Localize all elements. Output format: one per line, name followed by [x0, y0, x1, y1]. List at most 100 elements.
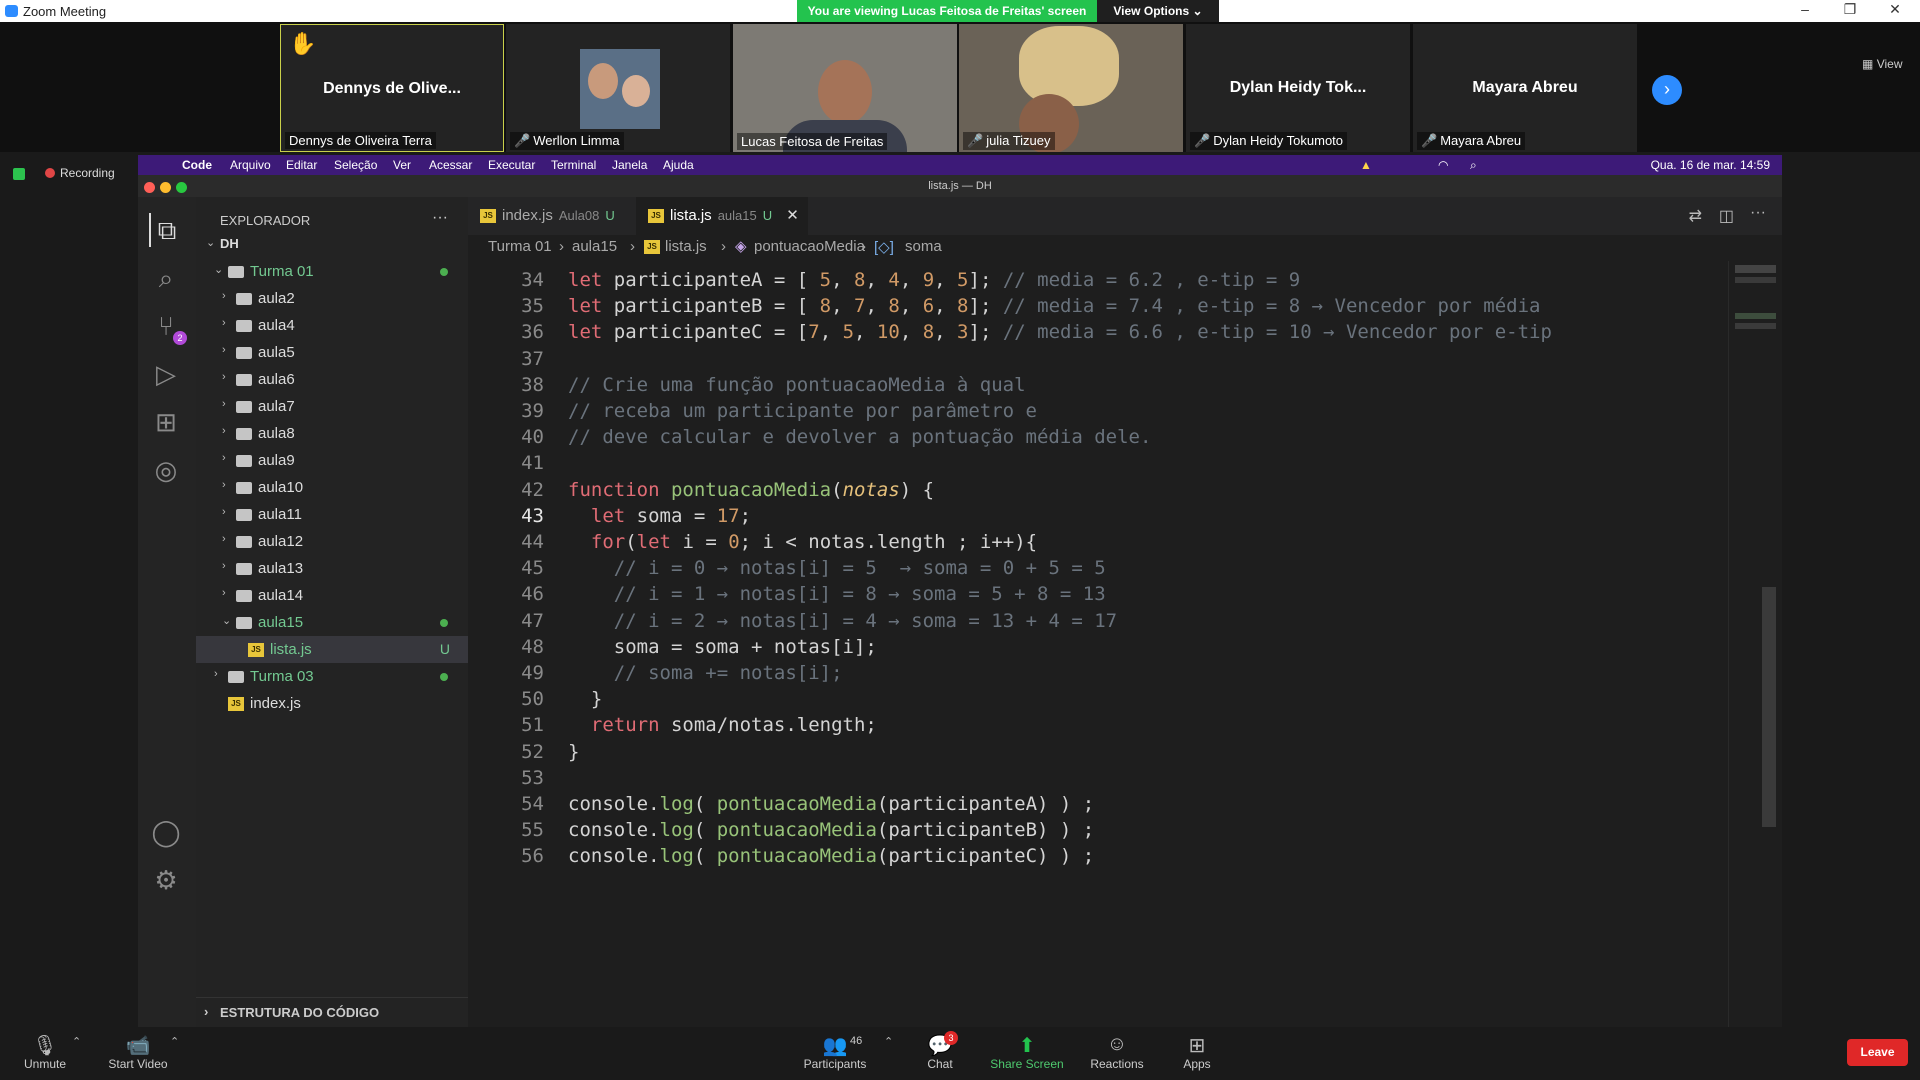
tree-item-aula15[interactable]: ⌄ aula15 [196, 609, 468, 636]
participant-tile[interactable]: Lucas Feitosa de Freitas [733, 24, 957, 152]
code-line[interactable]: // deve calcular e devolver a pontuação … [568, 426, 1151, 448]
tree-item-aula4[interactable]: › aula4 [196, 312, 468, 339]
code-line[interactable]: console.log( pontuacaoMedia(participante… [568, 819, 1094, 841]
tree-item-aula10[interactable]: › aula10 [196, 474, 468, 501]
mac-clock[interactable]: Qua. 16 de mar. 14:59 [1651, 158, 1770, 172]
code-line[interactable]: // receba um participante por parâmetro … [568, 400, 1037, 422]
code-editor[interactable]: 34 let participanteA = [ 5, 8, 4, 9, 5]; … [468, 261, 1728, 1027]
tree-item-aula7[interactable]: › aula7 [196, 393, 468, 420]
more-actions-icon[interactable]: ··· [1750, 204, 1766, 222]
more-actions-icon[interactable]: ··· [432, 209, 448, 227]
run-debug-icon[interactable]: ▷ [149, 357, 183, 391]
code-line[interactable]: for(let i = 0; i < notas.length ; i++){ [568, 531, 1037, 553]
explorer-files-icon[interactable]: ⧉ [149, 213, 183, 247]
tree-item-aula14[interactable]: › aula14 [196, 582, 468, 609]
wifi-icon[interactable]: ◠ [1438, 158, 1448, 172]
breadcrumb-item[interactable]: lista.js [665, 238, 707, 255]
git-graph-icon[interactable]: ◎ [149, 453, 183, 487]
menu-item[interactable]: Editar [286, 158, 317, 172]
settings-gear-icon[interactable]: ⚙ [149, 863, 183, 897]
tree-item-dh[interactable]: ⌄ DH [196, 231, 468, 258]
tab-lista-js[interactable]: JS lista.js aula15 U ✕ [636, 197, 808, 235]
compare-changes-icon[interactable]: ⇄ [1689, 206, 1702, 226]
next-page-arrow-icon[interactable]: › [1652, 75, 1682, 105]
zoom-traffic-light[interactable] [176, 182, 187, 193]
account-icon[interactable]: ◯ [149, 815, 183, 849]
code-line[interactable]: // i = 0 → notas[i] = 5 → soma = 0 + 5 =… [568, 557, 1106, 579]
code-line[interactable]: return soma/notas.length; [568, 714, 877, 736]
reactions-button[interactable]: ☺ Reactions [1077, 1033, 1157, 1071]
chat-button[interactable]: 💬 Chat [900, 1033, 980, 1071]
menu-item[interactable]: Code [182, 158, 212, 172]
participants-button[interactable]: 👥 Participants [795, 1033, 875, 1071]
tree-item-turma-03[interactable]: › Turma 03 [196, 663, 468, 690]
menu-item[interactable]: Terminal [551, 158, 596, 172]
minimize-traffic-light[interactable] [160, 182, 171, 193]
participant-tile[interactable]: Dylan Heidy Tok... 🎤 Dylan Heidy Tokumoto [1186, 24, 1410, 152]
code-line[interactable]: console.log( pontuacaoMedia(participante… [568, 845, 1094, 867]
tree-item-aula13[interactable]: › aula13 [196, 555, 468, 582]
code-line[interactable]: // i = 1 → notas[i] = 8 → soma = 5 + 8 =… [568, 583, 1106, 605]
apps-button[interactable]: ⊞ Apps [1157, 1033, 1237, 1071]
code-line[interactable]: function pontuacaoMedia(notas) { [568, 479, 934, 501]
tree-item-aula8[interactable]: › aula8 [196, 420, 468, 447]
tab-index-js[interactable]: JS index.js Aula08 U [468, 197, 636, 235]
participants-options-chevron-icon[interactable]: ⌃ [884, 1035, 893, 1048]
participant-tile[interactable]: 🎤 julia Tizuey [959, 24, 1183, 152]
tree-item-aula2[interactable]: › aula2 [196, 285, 468, 312]
close-tab-icon[interactable]: ✕ [786, 207, 799, 224]
extensions-icon[interactable]: ⊞ [149, 405, 183, 439]
warning-icon[interactable]: ▲ [1360, 158, 1372, 172]
code-line[interactable]: let participanteC = [7, 5, 10, 8, 3]; //… [568, 321, 1552, 343]
tree-item-turma-01[interactable]: ⌄ Turma 01 [196, 258, 468, 285]
tree-item-aula12[interactable]: › aula12 [196, 528, 468, 555]
view-button[interactable]: ▦ View [1862, 57, 1902, 71]
search-icon[interactable]: ⌕ [1470, 158, 1477, 173]
close-window-button[interactable]: ✕ [1880, 1, 1910, 18]
search-icon[interactable]: ⌕ [149, 261, 183, 295]
code-line[interactable]: let soma = 17; [568, 505, 751, 527]
code-line[interactable]: console.log( pontuacaoMedia(participante… [568, 793, 1094, 815]
tree-item-aula9[interactable]: › aula9 [196, 447, 468, 474]
minimize-button[interactable]: – [1790, 1, 1820, 17]
code-line[interactable]: let participanteA = [ 5, 8, 4, 9, 5]; //… [568, 269, 1300, 291]
tree-item-aula5[interactable]: › aula5 [196, 339, 468, 366]
outline-section[interactable]: › ESTRUTURA DO CÓDIGO [196, 997, 468, 1027]
menu-item[interactable]: Acessar [429, 158, 472, 172]
code-line[interactable]: // i = 2 → notas[i] = 4 → soma = 13 + 4 … [568, 610, 1117, 632]
code-line[interactable]: // Crie uma função pontuacaoMedia à qual [568, 374, 1026, 396]
share-screen-button[interactable]: ⬆ Share Screen [987, 1033, 1067, 1071]
menu-item[interactable]: Ajuda [663, 158, 694, 172]
video-options-chevron-icon[interactable]: ⌃ [170, 1035, 179, 1048]
leave-button[interactable]: Leave [1847, 1039, 1908, 1066]
breadcrumb-item[interactable]: soma [905, 238, 942, 255]
menu-item[interactable]: Janela [612, 158, 647, 172]
participant-tile[interactable]: 🎤 Werllon Limma [506, 24, 730, 152]
breadcrumb-item[interactable]: Turma 01 [488, 238, 552, 255]
menu-item[interactable]: Seleção [334, 158, 377, 172]
start-video-button[interactable]: 📹 Start Video [98, 1033, 178, 1071]
menu-item[interactable]: Arquivo [230, 158, 271, 172]
breadcrumb-item[interactable]: aula15 [572, 238, 617, 255]
menu-item[interactable]: Executar [488, 158, 535, 172]
view-options-button[interactable]: View Options ⌄ [1097, 0, 1219, 22]
tree-item-aula6[interactable]: › aula6 [196, 366, 468, 393]
participant-tile[interactable]: ✋ Dennys de Olive... Dennys de Oliveira … [280, 24, 504, 152]
split-editor-icon[interactable]: ◫ [1719, 206, 1734, 226]
maximize-button[interactable]: ❐ [1835, 1, 1865, 18]
menu-item[interactable]: Ver [393, 158, 411, 172]
code-line[interactable]: } [568, 688, 602, 710]
breadcrumb-item[interactable]: pontuacaoMedia [754, 238, 865, 255]
code-line[interactable]: let participanteB = [ 8, 7, 8, 6, 8]; //… [568, 295, 1540, 317]
participant-tile[interactable]: Mayara Abreu 🎤 Mayara Abreu [1413, 24, 1637, 152]
close-traffic-light[interactable] [144, 182, 155, 193]
code-line[interactable]: soma = soma + notas[i]; [568, 636, 877, 658]
editor-scrollbar[interactable] [1762, 587, 1776, 827]
tree-item-aula11[interactable]: › aula11 [196, 501, 468, 528]
tree-item-lista-js[interactable]: JS lista.js U [196, 636, 468, 663]
tree-item-index-js[interactable]: JS index.js [196, 690, 468, 717]
audio-options-chevron-icon[interactable]: ⌃ [72, 1035, 81, 1048]
code-line[interactable]: // soma += notas[i]; [568, 662, 843, 684]
code-line[interactable]: } [568, 741, 579, 763]
recording-indicator[interactable]: Recording [45, 166, 115, 180]
